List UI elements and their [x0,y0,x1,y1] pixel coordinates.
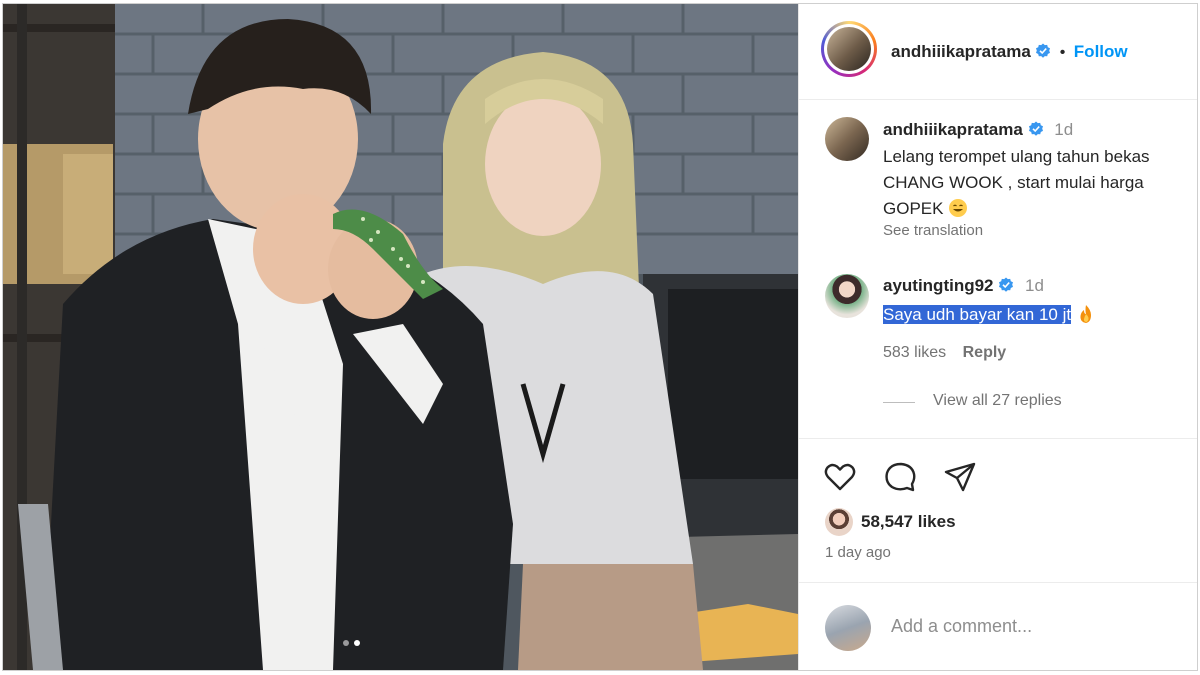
fire-emoji-icon [1080,305,1091,323]
grinning-emoji-icon [949,199,968,217]
instagram-post-window: andhiiikapratama • Follow andhiiikaprata… [2,3,1198,671]
author-avatar[interactable] [821,21,877,77]
see-translation-link[interactable]: See translation [883,222,983,239]
heart-icon[interactable] [823,460,857,494]
post-sidebar: andhiiikapratama • Follow andhiiikaprata… [798,4,1197,670]
comment-text-block: Saya udh bayar kan 10 jt [883,302,1197,328]
comment-time: 1d [1024,276,1044,295]
comment-author-username[interactable]: ayutingting92 [883,276,994,295]
post-like-count[interactable]: 58,547 likes [861,512,956,532]
actions-divider [799,438,1197,439]
comment-header: ayutingting92 1d [883,276,1044,296]
carousel-indicator[interactable] [343,640,360,646]
post-date: 1 day ago [825,544,891,561]
carousel-dot[interactable] [343,640,349,646]
post-header: andhiiikapratama • Follow [799,4,1197,100]
caption-text: Lelang terompet ulang tahun bekas CHANG … [883,147,1150,218]
paper-plane-icon[interactable] [943,460,977,494]
caption-author-avatar[interactable] [825,117,869,161]
carousel-dot-active[interactable] [354,640,360,646]
comment-likes[interactable]: 583 likes [883,344,946,361]
view-replies-link[interactable]: View all 27 replies [933,392,1062,410]
add-comment-input[interactable]: Add a comment... [891,616,1032,637]
caption-author-username[interactable]: andhiiikapratama [883,120,1023,139]
caption-text-block: Lelang terompet ulang tahun bekas CHANG … [883,144,1197,222]
verified-badge-icon [1028,121,1043,136]
reply-button[interactable]: Reply [963,344,1007,361]
verified-badge-icon [999,277,1014,292]
post-photo-illustration [3,4,798,670]
caption-header: andhiiikapratama 1d [883,120,1073,140]
comment-author-avatar[interactable] [825,274,869,318]
author-username[interactable]: andhiiikapratama [891,42,1031,61]
comment-meta-row: 583 likes Reply [883,344,1006,362]
comment-text[interactable]: Saya udh bayar kan 10 jt [883,305,1072,324]
current-user-avatar [825,605,871,651]
caption-time: 1d [1054,120,1074,139]
composer-divider [799,582,1197,583]
liker-avatar[interactable] [825,508,853,536]
header-separator: • [1059,44,1066,61]
post-photo[interactable] [3,4,798,670]
replies-divider [883,402,915,403]
follow-button[interactable]: Follow [1074,42,1128,61]
comment-icon[interactable] [883,460,917,494]
post-header-name-row: andhiiikapratama • Follow [891,42,1128,62]
verified-badge-icon [1036,43,1051,58]
